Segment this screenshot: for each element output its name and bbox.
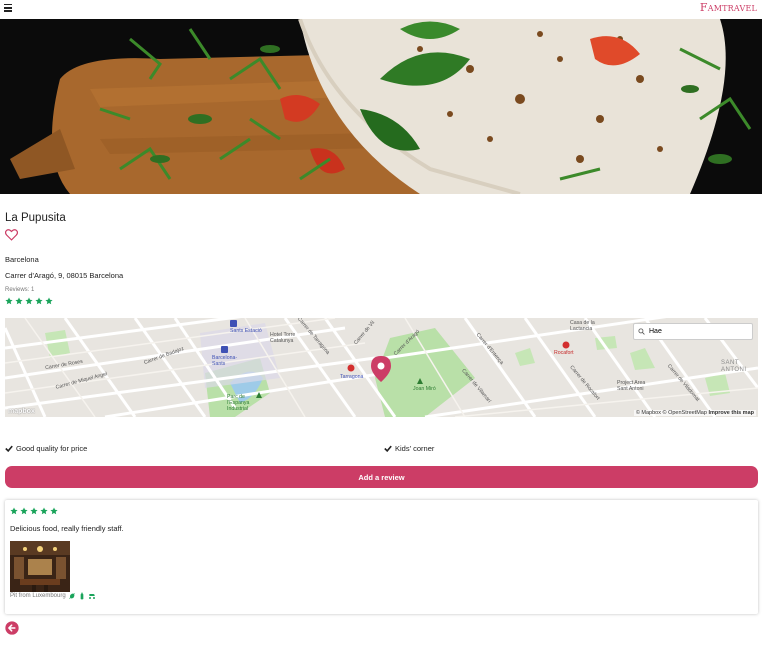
add-review-button[interactable]: Add a review — [5, 466, 758, 488]
place-name: La Pupusita — [5, 212, 66, 224]
map-poi-label: Barcelona-Sants — [212, 355, 238, 367]
star-icon — [10, 507, 18, 515]
mapbox-logo[interactable]: mapbox — [8, 408, 35, 415]
review-photo[interactable] — [10, 541, 70, 592]
checkmark-icon — [384, 445, 392, 452]
star-icon — [50, 507, 58, 515]
search-icon — [638, 328, 645, 335]
hamburger-menu-icon[interactable] — [4, 4, 12, 12]
feature-label: Kids' corner — [395, 444, 435, 453]
star-icon — [20, 507, 28, 515]
map-poi-label: Tarragona — [340, 374, 364, 380]
stroller-icon — [88, 594, 95, 599]
place-address: Carrer d'Aragó, 9, 08015 Barcelona — [5, 271, 124, 280]
star-icon — [40, 507, 48, 515]
map-attribution-text[interactable]: © Mapbox © OpenStreetMap — [636, 410, 707, 416]
reviews-count: Reviews: 1 — [5, 287, 35, 293]
review-text: Delicious food, really friendly staff. — [10, 524, 124, 533]
favorite-heart-icon[interactable] — [4, 229, 19, 241]
map-district-label: SANT ANTONI — [721, 360, 747, 373]
checkmark-icon — [5, 445, 13, 452]
feature-item: Good quality for price — [5, 444, 87, 453]
brand-logo[interactable]: Famtravel — [700, 1, 757, 14]
star-icon — [5, 297, 13, 305]
review-author-name: Pit from Luxembourg — [10, 593, 66, 599]
feature-label: Good quality for price — [16, 444, 88, 453]
star-icon — [30, 507, 38, 515]
vegetarian-icon — [68, 593, 75, 599]
improve-map-link[interactable]: Improve this map — [708, 410, 754, 416]
map-poi-label: Casa de la Lactancia — [570, 320, 595, 332]
review-author: Pit from Luxembourg — [10, 592, 96, 600]
place-city: Barcelona — [5, 255, 39, 264]
place-hero-image — [0, 19, 762, 194]
place-rating-stars — [5, 297, 53, 305]
review-rating-stars — [10, 507, 58, 515]
map-attribution: © Mapbox © OpenStreetMap Improve this ma… — [633, 410, 756, 416]
map-poi-label: Hotel Torre Catalunya — [270, 332, 296, 344]
map-search-box[interactable] — [633, 323, 753, 340]
map-poi-label: Joan Miró — [413, 386, 436, 392]
map-poi-label: Project Area Sant Antoni — [617, 380, 646, 392]
baby-bottle-icon — [80, 592, 84, 600]
map-poi-label: Sants Estació — [230, 328, 262, 334]
map-poi-label: Rocafort — [554, 350, 574, 356]
map-search-input[interactable] — [649, 328, 744, 335]
top-bar: Famtravel — [0, 0, 762, 19]
star-icon — [25, 297, 33, 305]
map-poi-label: Parc de l'Espanya Industrial — [227, 394, 250, 412]
star-icon — [45, 297, 53, 305]
feature-item: Kids' corner — [384, 444, 434, 453]
location-map[interactable]: Carrer de Roses Carrer de Miquel Angel C… — [5, 318, 758, 417]
review-card: Delicious food, really friendly staff. P… — [5, 500, 758, 614]
star-icon — [15, 297, 23, 305]
back-arrow-icon[interactable] — [5, 621, 19, 635]
star-icon — [35, 297, 43, 305]
